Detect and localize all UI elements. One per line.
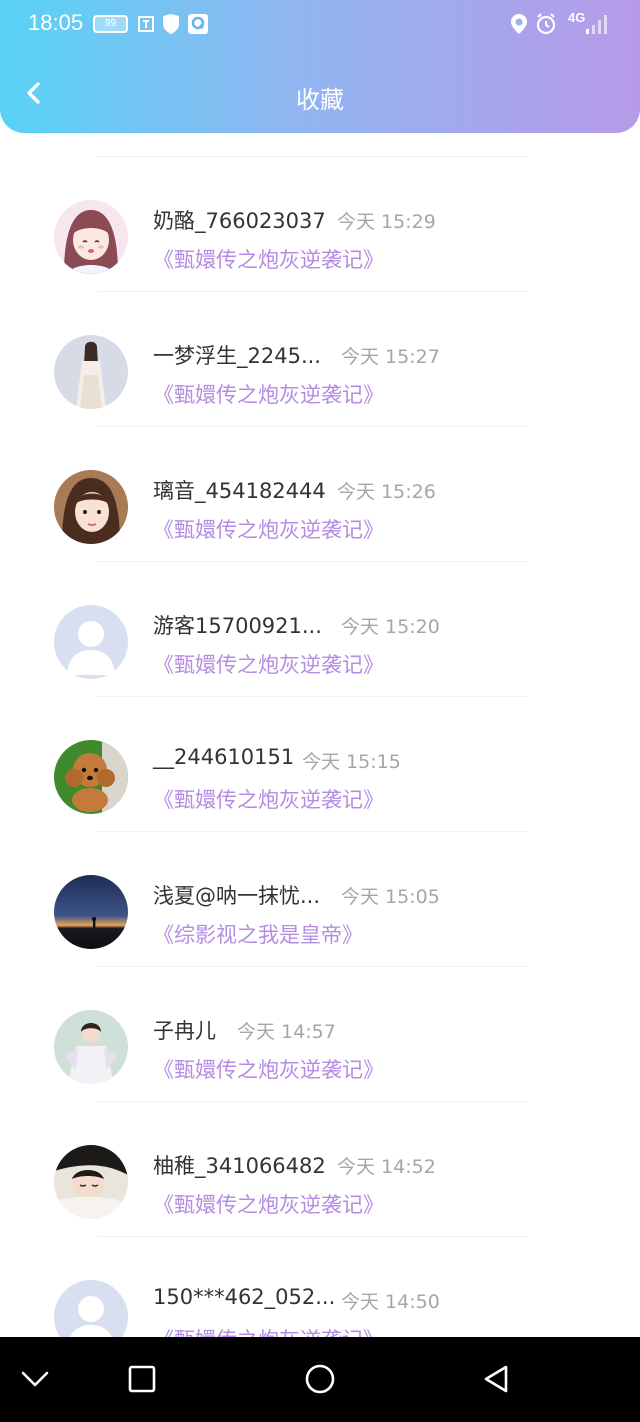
shield-icon (163, 14, 179, 34)
system-navigation-bar (0, 1337, 640, 1422)
user-name: 一梦浮生_2245... (153, 344, 321, 368)
list-item[interactable]: 一梦浮生_2245... 今天 15:27 《甄嬛传之炮灰逆袭记》 (0, 285, 640, 427)
system-back-button[interactable] (476, 1359, 516, 1399)
qq-icon (188, 14, 208, 34)
timestamp: 今天 14:50 (341, 1291, 440, 1313)
notification-icon (138, 16, 154, 32)
book-title-link[interactable]: 《综影视之我是皇帝》 (153, 919, 363, 949)
user-name: 150***462_052... (153, 1285, 336, 1309)
default-user-avatar[interactable] (54, 605, 128, 679)
user-name: 柚稚_341066482 (153, 1154, 326, 1178)
list-item[interactable]: 浅夏@呐一抹忧... 今天 15:05 《综影视之我是皇帝》 (0, 825, 640, 967)
book-title-link[interactable]: 《甄嬛传之炮灰逆袭记》 (153, 244, 384, 274)
chevron-down-icon[interactable] (15, 1359, 55, 1399)
home-button[interactable] (300, 1359, 340, 1399)
list-item[interactable]: 奶酪_766023037 今天 15:29 《甄嬛传之炮灰逆袭记》 (0, 150, 640, 292)
default-user-avatar[interactable] (54, 1280, 128, 1337)
white-dress-woman-avatar[interactable] (54, 335, 128, 409)
timestamp: 今天 14:52 (337, 1156, 436, 1178)
girl-portrait-avatar[interactable] (54, 470, 128, 544)
favorites-list[interactable]: 奶酪_766023037 今天 15:29 《甄嬛传之炮灰逆袭记》 一梦浮生_2… (0, 150, 640, 1337)
list-item[interactable]: 柚稚_341066482 今天 14:52 《甄嬛传之炮灰逆袭记》 (0, 1095, 640, 1237)
navigation-bar: 收藏 (0, 62, 640, 128)
status-time: 18:05 (28, 10, 84, 35)
timestamp: 今天 15:20 (341, 616, 440, 638)
timestamp: 今天 15:05 (341, 886, 440, 908)
battery-level: 99 (104, 18, 117, 29)
sleeping-girl-avatar[interactable] (54, 1145, 128, 1219)
list-item[interactable]: 150***462_052... 今天 14:50 《甄嬛传之炮灰逆袭记》 (0, 1230, 640, 1337)
book-title-link[interactable]: 《甄嬛传之炮灰逆袭记》 (153, 514, 384, 544)
hanfu-woman-avatar[interactable] (54, 1010, 128, 1084)
book-title-link[interactable]: 《甄嬛传之炮灰逆袭记》 (153, 649, 384, 679)
status-bar: 18:05 99 4G (0, 0, 640, 50)
app-header: 18:05 99 4G 收藏 (0, 0, 640, 133)
page-title: 收藏 (296, 86, 344, 114)
poodle-dog-avatar[interactable] (54, 740, 128, 814)
sunset-silhouette-avatar[interactable] (54, 875, 128, 949)
user-name: 璃音_454182444 (153, 479, 326, 503)
user-name: 子冉儿 (153, 1019, 216, 1043)
timestamp: 今天 15:29 (337, 211, 436, 233)
list-item[interactable]: 子冉儿 今天 14:57 《甄嬛传之炮灰逆袭记》 (0, 960, 640, 1102)
user-name: 奶酪_766023037 (153, 209, 326, 233)
book-title-link[interactable]: 《甄嬛传之炮灰逆袭记》 (153, 784, 384, 814)
timestamp: 今天 15:15 (302, 751, 401, 773)
list-item[interactable]: 游客15700921... 今天 15:20 《甄嬛传之炮灰逆袭记》 (0, 555, 640, 697)
timestamp: 今天 14:57 (237, 1021, 336, 1043)
user-name: __244610151 (153, 745, 295, 769)
signal-icon (586, 15, 607, 34)
list-item[interactable]: 璃音_454182444 今天 15:26 《甄嬛传之炮灰逆袭记》 (0, 420, 640, 562)
anime-girl-avatar[interactable] (54, 200, 128, 274)
book-title-link[interactable]: 《甄嬛传之炮灰逆袭记》 (153, 1189, 384, 1219)
book-title-link[interactable]: 《甄嬛传之炮灰逆袭记》 (153, 1324, 384, 1337)
timestamp: 今天 15:27 (341, 346, 440, 368)
location-icon (511, 14, 527, 34)
user-name: 游客15700921... (153, 614, 322, 638)
book-title-link[interactable]: 《甄嬛传之炮灰逆袭记》 (153, 379, 384, 409)
alarm-icon (536, 13, 556, 35)
book-title-link[interactable]: 《甄嬛传之炮灰逆袭记》 (153, 1054, 384, 1084)
list-item[interactable]: __244610151 今天 15:15 《甄嬛传之炮灰逆袭记》 (0, 690, 640, 832)
timestamp: 今天 15:26 (337, 481, 436, 503)
battery-icon: 99 (93, 15, 128, 33)
user-name: 浅夏@呐一抹忧... (153, 884, 321, 908)
recent-apps-button[interactable] (122, 1359, 162, 1399)
network-type: 4G (568, 10, 586, 25)
